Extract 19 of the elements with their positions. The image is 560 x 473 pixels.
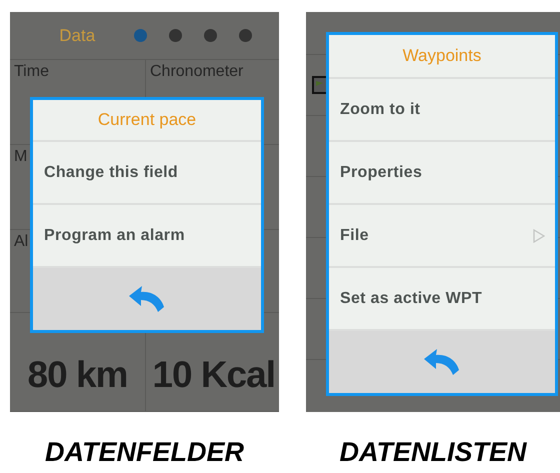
- caption: DATENLISTEN: [340, 437, 526, 468]
- page-dot[interactable]: [238, 29, 252, 42]
- back-arrow-icon: [128, 285, 166, 313]
- field-label: Al: [14, 233, 28, 251]
- waypoint-flag-icon: [312, 76, 328, 94]
- field-value: 80 km: [28, 354, 128, 396]
- back-button[interactable]: [33, 268, 261, 330]
- field-value: 10 Kcal: [152, 354, 275, 396]
- submenu-triangle-icon: [533, 228, 545, 242]
- field-label: Chronometer: [150, 63, 244, 81]
- back-arrow-icon: [423, 348, 461, 376]
- page-dot[interactable]: [134, 29, 147, 42]
- field-label: Time: [14, 63, 49, 81]
- page-dot[interactable]: [168, 29, 182, 42]
- back-button[interactable]: [329, 331, 555, 393]
- caption: DATENFELDER: [45, 437, 244, 468]
- screen-title: Data: [59, 26, 96, 46]
- field-label: M: [14, 148, 28, 166]
- page-dot[interactable]: [204, 29, 217, 42]
